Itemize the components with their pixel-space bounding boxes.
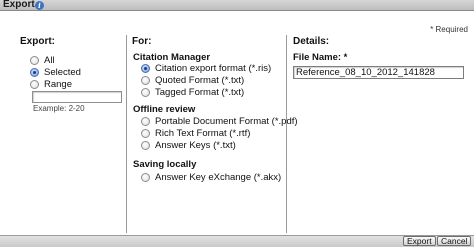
- column-divider: [126, 35, 127, 233]
- export-button[interactable]: Export: [403, 236, 436, 246]
- format-option-label: Portable Document Format (*.pdf): [155, 116, 298, 127]
- group-offline-review: Offline review: [133, 104, 196, 115]
- range-example: Example: 2-20: [33, 104, 85, 113]
- radio-quoted[interactable]: [141, 76, 150, 85]
- group-saving-locally: Saving locally: [133, 159, 197, 170]
- export-option-range[interactable]: Range: [30, 79, 72, 90]
- export-option-all[interactable]: All: [30, 55, 55, 66]
- required-note: * Required: [430, 25, 468, 34]
- cancel-button[interactable]: Cancel: [437, 236, 472, 246]
- export-heading: Export:: [20, 36, 55, 47]
- export-option-label: All: [44, 55, 55, 66]
- radio-all[interactable]: [30, 56, 39, 65]
- radio-selected[interactable]: [30, 68, 39, 77]
- format-option-label: Citation export format (*.ris): [155, 63, 272, 74]
- format-option-quoted[interactable]: Quoted Format (*.txt): [141, 75, 244, 86]
- format-option-ris[interactable]: Citation export format (*.ris): [141, 63, 271, 74]
- range-input[interactable]: [32, 91, 122, 103]
- export-option-label: Selected: [44, 67, 81, 78]
- export-option-selected[interactable]: Selected: [30, 67, 81, 78]
- radio-ris[interactable]: [141, 64, 150, 73]
- dialog-title: Export: [3, 0, 35, 10]
- format-option-label: Answer Key eXchange (*.akx): [155, 172, 282, 183]
- export-option-label: Range: [44, 79, 72, 90]
- format-option-label: Answer Keys (*.txt): [155, 140, 236, 151]
- format-option-answer-keys[interactable]: Answer Keys (*.txt): [141, 140, 236, 151]
- group-citation-manager: Citation Manager: [133, 52, 211, 63]
- format-option-label: Quoted Format (*.txt): [155, 75, 245, 86]
- details-heading: Details:: [293, 36, 330, 47]
- radio-answer-keys[interactable]: [141, 141, 150, 150]
- format-option-rtf[interactable]: Rich Text Format (*.rtf): [141, 128, 250, 139]
- dialog-titlebar: Export i: [0, 0, 474, 11]
- radio-rtf[interactable]: [141, 129, 150, 138]
- radio-akx[interactable]: [141, 173, 150, 182]
- column-divider: [286, 35, 287, 233]
- info-icon[interactable]: i: [35, 1, 44, 10]
- format-option-label: Rich Text Format (*.rtf): [155, 128, 251, 139]
- file-name-input[interactable]: [293, 66, 464, 79]
- format-option-tagged[interactable]: Tagged Format (*.txt): [141, 87, 244, 98]
- radio-tagged[interactable]: [141, 88, 150, 97]
- format-option-label: Tagged Format (*.txt): [155, 87, 245, 98]
- format-option-akx[interactable]: Answer Key eXchange (*.akx): [141, 172, 281, 183]
- for-heading: For:: [132, 36, 152, 47]
- format-option-pdf[interactable]: Portable Document Format (*.pdf): [141, 116, 298, 127]
- file-name-label: File Name: *: [293, 52, 348, 63]
- radio-range[interactable]: [30, 80, 39, 89]
- radio-pdf[interactable]: [141, 117, 150, 126]
